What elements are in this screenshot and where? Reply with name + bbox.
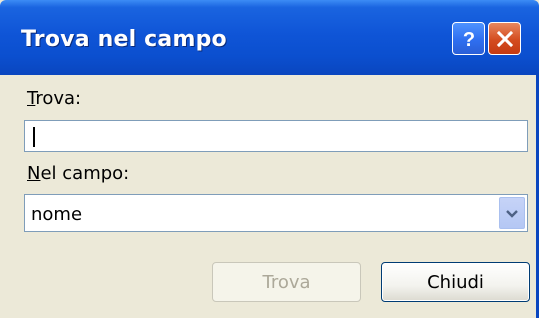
chevron-down-icon xyxy=(505,204,519,223)
help-button[interactable]: ? xyxy=(452,22,485,55)
find-button[interactable]: Trova xyxy=(212,262,361,302)
find-label-text: rova: xyxy=(35,88,82,109)
text-caret xyxy=(33,127,35,147)
find-input[interactable] xyxy=(24,120,528,152)
svg-text:?: ? xyxy=(462,29,474,50)
close-dialog-button[interactable]: Chiudi xyxy=(381,262,530,302)
dropdown-button[interactable] xyxy=(499,197,525,229)
close-icon xyxy=(496,30,514,48)
dialog-title: Trova nel campo xyxy=(21,27,227,52)
find-label: Trova: xyxy=(27,88,81,109)
close-button[interactable] xyxy=(488,22,521,55)
find-in-field-dialog: Trova nel campo ? Trova: Nel campo: nome xyxy=(0,0,539,318)
field-label-accelerator: N xyxy=(27,163,41,184)
help-icon: ? xyxy=(459,28,479,50)
field-select[interactable]: nome xyxy=(24,194,528,232)
field-label: Nel campo: xyxy=(27,163,129,184)
field-label-text: el campo: xyxy=(40,163,130,184)
title-bar[interactable]: Trova nel campo ? xyxy=(0,0,539,75)
field-select-value: nome xyxy=(31,204,83,225)
